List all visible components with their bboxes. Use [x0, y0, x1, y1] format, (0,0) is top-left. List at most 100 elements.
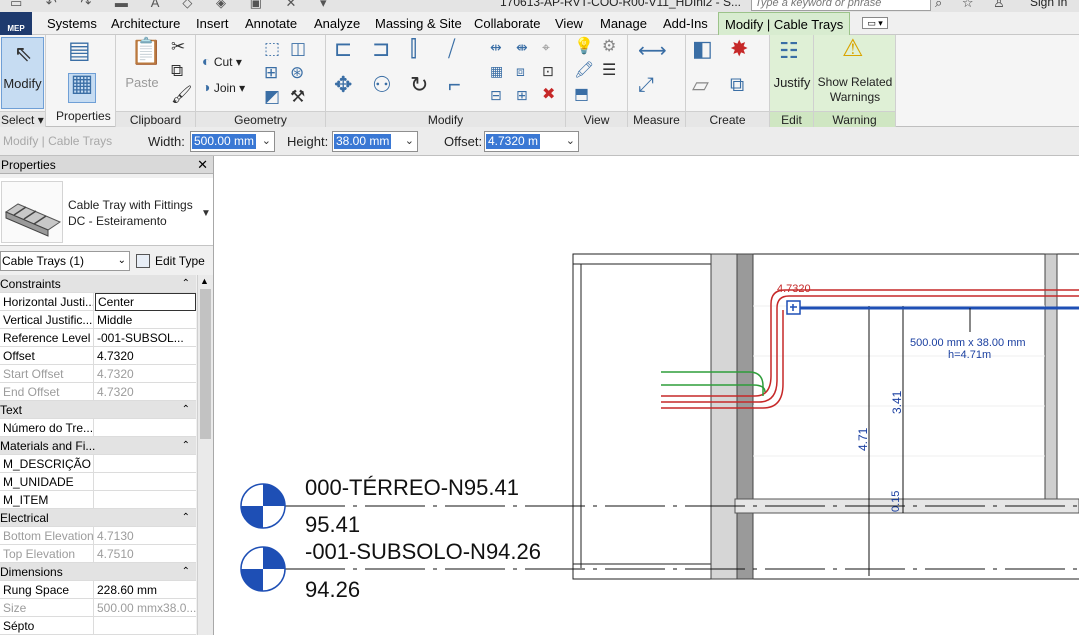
split-gap-icon[interactable]: ⇼ [516, 37, 528, 57]
aligned-dimension-icon[interactable]: ⤢ [638, 75, 654, 95]
width-value[interactable]: 500.00 mm [192, 134, 257, 149]
instance-filter-dropdown[interactable]: Cable Trays (1) ⌄ [0, 251, 130, 271]
create-group-icon[interactable]: ▱ [692, 74, 709, 96]
property-row[interactable]: M_ITEM [0, 491, 196, 509]
scissors-icon[interactable]: ✂ [171, 37, 185, 57]
dimension-text-341[interactable]: 3.41 [890, 391, 904, 414]
scale-icon[interactable]: ⧈ [516, 61, 525, 81]
tray-height-tag[interactable]: h=4.71m [948, 349, 991, 361]
group-dimensions[interactable]: Dimensions ⌃ [0, 563, 196, 581]
chevron-down-icon[interactable]: ⌄ [566, 134, 575, 147]
property-value[interactable]: 4.7320 [95, 347, 196, 365]
property-row[interactable]: Sépto [0, 617, 196, 635]
show-related-warnings-button[interactable]: ⚠ Show Related Warnings [816, 37, 894, 109]
property-row[interactable]: Horizontal Justi... Center [0, 293, 196, 311]
group-text[interactable]: Text ⌃ [0, 401, 196, 419]
collapse-icon[interactable]: ⌃ [182, 563, 190, 581]
demolish-icon[interactable]: ⊛ [290, 63, 304, 83]
property-row[interactable]: Número do Tre... [0, 419, 196, 437]
level-name-terreo[interactable]: 000-TÉRREO-N95.41 [305, 475, 519, 501]
measure-distance-icon[interactable]: ⟷ [638, 41, 667, 61]
property-row[interactable]: Vertical Justific... Middle [0, 311, 196, 329]
level-name-subsolo[interactable]: -001-SUBSOLO-N94.26 [305, 539, 541, 565]
lightbulb-icon[interactable]: 💡 [574, 37, 594, 57]
properties-scrollbar[interactable]: ▲ [197, 275, 213, 635]
create-assembly-icon[interactable]: ⧉ [730, 75, 744, 95]
tab-analyze[interactable]: Analyze [314, 12, 360, 35]
sign-in-link[interactable]: Sign In [1030, 0, 1067, 9]
search-input[interactable]: Type a keyword or phrase [751, 0, 931, 11]
property-row[interactable]: Reference Level -001-SUBSOL... [0, 329, 196, 347]
close-icon[interactable]: ✕ [197, 156, 208, 174]
move-icon[interactable]: ✥ [334, 74, 352, 96]
property-value[interactable] [95, 491, 196, 509]
wall-join-icon[interactable]: ⬚ [264, 39, 280, 59]
property-row[interactable]: Offset 4.7320 [0, 347, 196, 365]
paste-button[interactable]: 📋 Paste [122, 37, 162, 109]
application-menu-button[interactable]: MEP [0, 12, 32, 35]
trim-multiple-icon[interactable]: ⊞ [516, 85, 528, 105]
height-combo[interactable]: 38.00 mm ⌄ [332, 131, 418, 152]
binoculars-icon[interactable]: ⌕ ☆ ♙ [935, 0, 1013, 11]
align-icon[interactable]: ⊏ [334, 38, 352, 60]
offset-combo[interactable]: 4.7320 m ⌄ [484, 131, 579, 152]
property-value[interactable]: -001-SUBSOL... [95, 329, 196, 347]
selection-box-icon[interactable]: ⬒ [574, 85, 589, 105]
cut-button[interactable]: ◐ Cut ▾ [202, 51, 242, 71]
dimension-text-471[interactable]: 4.71 [856, 428, 870, 451]
unpin-icon[interactable]: ⌖ [542, 37, 550, 57]
tab-add-ins[interactable]: Add-Ins [663, 12, 708, 35]
match-properties-icon[interactable]: 🖌 [171, 85, 193, 105]
tab-massing-site[interactable]: Massing & Site [375, 12, 462, 35]
dimension-text-015[interactable]: 0.15 [890, 491, 902, 512]
property-value[interactable]: Middle [95, 311, 196, 329]
split-element-icon[interactable]: ⇹ [490, 37, 502, 57]
property-row[interactable]: M_UNIDADE [0, 473, 196, 491]
collapse-icon[interactable]: ⌃ [182, 509, 190, 527]
copy-element-icon[interactable]: ⚇ [372, 74, 392, 96]
paint-icon[interactable]: ⊞ [264, 63, 278, 83]
delete-icon[interactable]: ✖ [542, 85, 555, 105]
property-value[interactable]: 228.60 mm [95, 581, 196, 599]
group-materials[interactable]: Materials and Fi... ⌃ [0, 437, 196, 455]
modify-button[interactable]: ⇖ Modify [1, 37, 44, 109]
panel-toggle-icon[interactable]: ▭ ▾ [862, 17, 888, 29]
create-parts-icon[interactable]: ◧ [692, 38, 713, 60]
pin-icon[interactable]: ⊡ [542, 61, 554, 81]
justify-button[interactable]: ☷ Justify [772, 37, 812, 109]
tab-collaborate[interactable]: Collaborate [474, 12, 541, 35]
property-value[interactable] [95, 455, 196, 473]
cope-icon[interactable]: ◩ [264, 87, 280, 107]
trim-extend-icon[interactable]: ⌐ [448, 74, 461, 96]
group-constraints[interactable]: Constraints ⌃ [0, 275, 196, 293]
tab-view[interactable]: View [555, 12, 583, 35]
property-row[interactable]: M_DESCRIÇÃO [0, 455, 196, 473]
copy-icon[interactable]: ⧉ [171, 61, 183, 81]
chevron-down-icon[interactable]: ⌄ [405, 134, 414, 147]
override-graphics-icon[interactable]: 🖍 [574, 61, 594, 81]
hide-element-icon[interactable]: ⚙ [602, 37, 616, 57]
split-face-icon[interactable]: ◫ [290, 39, 306, 59]
hammer-icon[interactable]: ⚒ [290, 87, 305, 107]
collapse-icon[interactable]: ⌃ [182, 275, 190, 293]
properties-button[interactable]: ▤ ▦ [52, 37, 110, 109]
collapse-icon[interactable]: ⌃ [182, 437, 190, 455]
scroll-up-icon[interactable]: ▲ [200, 276, 209, 286]
group-electrical[interactable]: Electrical ⌃ [0, 509, 196, 527]
tab-annotate[interactable]: Annotate [245, 12, 297, 35]
panel-label-select[interactable]: Select ▾ [0, 111, 45, 127]
quick-access-toolbar[interactable]: ▭ ↶ ↷ ▬ A ◇ ◈ ▣ ✕ ▾ [10, 0, 337, 11]
property-value[interactable] [95, 617, 196, 635]
property-value[interactable] [95, 419, 196, 437]
tab-modify-cable-trays[interactable]: Modify | Cable Trays [718, 12, 851, 35]
linework-icon[interactable]: ☰ [602, 61, 616, 81]
drawing-area[interactable]: 000-TÉRREO-N95.41 95.41 -001-SUBSOLO-N94… [219, 156, 1079, 635]
offset-temp-dimension[interactable]: 4.7320 [777, 283, 811, 295]
property-value[interactable]: Center [95, 293, 196, 311]
level-elevation-terreo[interactable]: 95.41 [305, 512, 360, 538]
array-icon[interactable]: ▦ [490, 61, 503, 81]
width-combo[interactable]: 500.00 mm ⌄ [190, 131, 275, 152]
mirror-draw-axis-icon[interactable]: ⧸ [448, 38, 455, 60]
offset-icon[interactable]: ⊐ [372, 38, 390, 60]
height-value[interactable]: 38.00 mm [334, 134, 392, 149]
